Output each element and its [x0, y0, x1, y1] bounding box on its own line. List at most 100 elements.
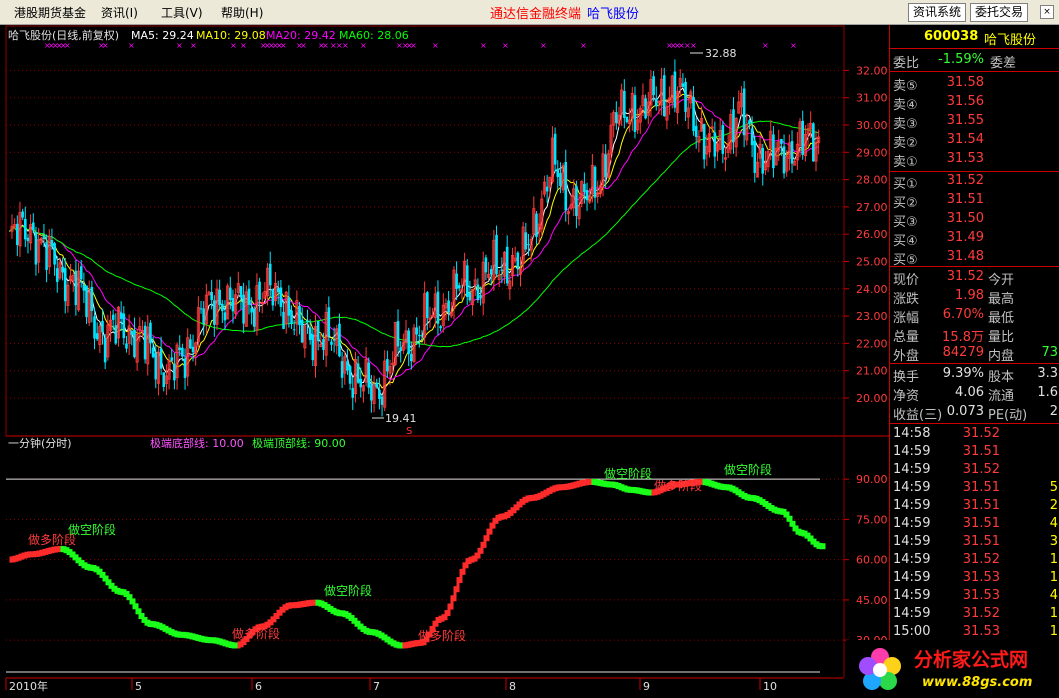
tick-price: 31.52: [962, 426, 1000, 441]
osc-bar-down: [396, 641, 400, 649]
close-icon[interactable]: ×: [1040, 5, 1054, 19]
candle-body-down: [407, 330, 410, 354]
osc-bar-down: [162, 624, 166, 632]
signal-cross: ×: [762, 41, 769, 50]
weicha-label: 委差: [990, 56, 1017, 71]
trade-button[interactable]: 委托交易: [970, 3, 1029, 22]
y-tick-label: 60.00: [856, 554, 888, 567]
tick-time: 14:58: [893, 426, 931, 441]
osc-bar-up: [546, 487, 550, 496]
menu-bar: 港股期货基金 资讯(I) 工具(V) 帮助(H) 通达信金融终端 哈飞股份 资讯系…: [0, 0, 1059, 25]
osc-bar-down: [141, 613, 145, 623]
osc-bar-up: [276, 609, 280, 620]
tick-volume: 1: [1049, 624, 1058, 639]
signal-cross: ×: [580, 41, 587, 50]
osc-bar-down: [204, 636, 208, 643]
candle-body-down: [271, 289, 275, 306]
tick-time: 14:59: [893, 480, 931, 495]
candle-body-down: [298, 305, 301, 326]
osc-bar-up: [579, 479, 583, 487]
candle-body-down: [436, 291, 440, 324]
candle-body-down: [311, 334, 315, 361]
candle-body-down: [290, 310, 293, 325]
tick-price: 31.51: [962, 498, 1000, 513]
y-tick-label: 25.00: [856, 256, 888, 269]
osc-bar-down: [231, 642, 235, 649]
osc-bar-down: [120, 588, 124, 596]
osc-bar-down: [786, 511, 790, 522]
candle-body-down: [479, 295, 482, 299]
menu-info[interactable]: 资讯(I): [101, 4, 138, 21]
buy-price: 31.51: [946, 192, 984, 207]
sell-label: 卖③: [893, 117, 918, 132]
stats-value: 9.39%: [942, 366, 984, 381]
osc-bar-up: [285, 602, 289, 611]
x-tick-label: 7: [373, 680, 380, 693]
webi-row: 委比 -1.59% 委差: [890, 52, 1059, 71]
tick-row: 14:59 31.53 4: [890, 588, 1059, 607]
osc-bar-down: [633, 486, 637, 494]
candle-body-down: [713, 132, 717, 157]
candle-body-down: [103, 337, 107, 363]
sell-label: 卖⑤: [893, 79, 918, 94]
candle-body-down: [143, 325, 147, 360]
candle-body-down: [753, 140, 757, 173]
candle-body-down: [476, 284, 480, 300]
osc-bar-up: [459, 568, 463, 584]
candle-body-down: [702, 123, 706, 160]
osc-bar-up: [513, 504, 517, 514]
phase-label: 做空阶段: [68, 522, 116, 537]
osc-bar-down: [102, 571, 106, 582]
osc-bar-down: [774, 506, 778, 514]
osc-bar-down: [96, 566, 100, 575]
candle-body-down: [681, 83, 685, 87]
candle-body-down: [199, 308, 203, 310]
buy-price: 31.52: [946, 173, 984, 188]
quote-value: 1.98: [955, 288, 984, 303]
tick-row: 14:59 31.51 2: [890, 498, 1059, 517]
quote-row: 涨跌 1.98 最高: [890, 288, 1059, 307]
osc-bar-up: [567, 483, 571, 490]
osc-bar-down: [807, 532, 811, 542]
osc-bar-up: [474, 552, 478, 562]
osc-bar-up: [531, 494, 535, 501]
x-tick-label: 5: [135, 680, 142, 693]
osc-bar-up: [447, 603, 451, 617]
stats-value-2: 1.6: [1037, 385, 1058, 400]
tick-time: 14:59: [893, 606, 931, 621]
tick-row: 14:59 31.51: [890, 444, 1059, 463]
webi-value: -1.59%: [938, 52, 984, 67]
quote-value: 15.8万: [942, 330, 984, 345]
candle-body-down: [95, 333, 99, 340]
candle-body-down: [447, 300, 450, 313]
quote-label-2: 量比: [988, 330, 1015, 345]
quote-label: 总量: [893, 330, 920, 345]
candle-body-down: [625, 116, 629, 123]
osc-bar-down: [324, 602, 328, 610]
osc-bar-down: [384, 634, 388, 643]
osc-bar-down: [621, 484, 625, 492]
candle-body-down: [564, 162, 568, 211]
candle-body-down: [623, 90, 626, 118]
candle-body-down: [812, 123, 815, 162]
osc-bar-up: [585, 478, 589, 486]
candle-body-down: [202, 308, 205, 324]
tick-volume: 1: [1049, 552, 1058, 567]
osc-bar-up: [36, 550, 40, 557]
buy-row: 买③ 31.50: [890, 211, 1059, 230]
menu-hk-futures[interactable]: 港股期货基金: [14, 4, 86, 21]
osc-bar-down: [207, 636, 211, 644]
candle-body-down: [415, 327, 418, 335]
osc-bar-down: [333, 607, 337, 616]
app-title-stock: 哈飞股份: [587, 7, 640, 22]
info-system-button[interactable]: 资讯系统: [908, 3, 967, 22]
osc-bar-down: [627, 486, 631, 493]
osc-bar-down: [147, 619, 151, 627]
menu-help[interactable]: 帮助(H): [221, 4, 263, 21]
menu-tools[interactable]: 工具(V): [161, 4, 203, 21]
candle-body-down: [750, 128, 754, 146]
candle-body-down: [332, 339, 336, 341]
osc-bar-down: [318, 599, 322, 607]
osc-bar-down: [792, 520, 796, 532]
sell-price: 31.53: [946, 151, 984, 166]
